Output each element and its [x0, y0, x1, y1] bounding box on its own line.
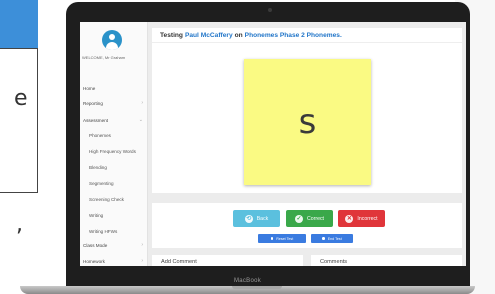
sidebar-item-home[interactable]: Home: [83, 82, 143, 94]
avatar[interactable]: [102, 30, 122, 50]
end-test-button[interactable]: End Test: [311, 234, 353, 243]
sidebar-item-screening-check[interactable]: Screening Check: [89, 193, 143, 205]
close-icon: ✕: [345, 214, 354, 223]
add-comment-panel: Add Comment: [152, 255, 303, 266]
comments-panel: Comments: [311, 255, 462, 266]
title-prefix: Testing: [160, 31, 183, 39]
sidebar: WELCOME, Mr Graham Home Reporting › Asse…: [80, 22, 148, 266]
sidebar-item-label: Home: [83, 85, 96, 91]
sidebar-item-writing[interactable]: Writing: [89, 209, 143, 221]
sidebar-item-segmenting[interactable]: Segmenting: [89, 177, 143, 189]
sidebar-item-blending[interactable]: Blending: [89, 161, 143, 173]
chevron-down-icon: ⌄: [138, 117, 143, 123]
chevron-right-icon: ›: [141, 100, 143, 106]
correct-button[interactable]: ✓ Correct: [286, 210, 333, 227]
sidebar-item-label: High Frequency Words: [89, 148, 136, 154]
sidebar-item-assessment[interactable]: Assessment ⌄: [83, 114, 143, 126]
end-label: End Test: [327, 236, 342, 241]
background-text-box: [0, 48, 38, 193]
chevron-right-icon: ›: [141, 242, 143, 248]
reset-icon: [270, 237, 274, 240]
sidebar-item-label: Segmenting: [89, 180, 114, 186]
sidebar-item-label: Writing: [89, 212, 104, 218]
page-title: Testing Paul McCaffery on Phonemes Phase…: [152, 28, 462, 42]
phoneme-card-panel: s: [152, 42, 462, 193]
sidebar-item-writing-hfws[interactable]: Writing HFWs: [89, 225, 143, 237]
sidebar-item-label: Screening Check: [89, 196, 124, 202]
sidebar-item-label: Reporting: [83, 100, 103, 106]
sidebar-item-high-frequency-words[interactable]: High Frequency Words: [89, 145, 143, 157]
sidebar-item-label: Blending: [89, 164, 107, 170]
back-icon: ⟲: [244, 214, 253, 223]
sidebar-item-reporting[interactable]: Reporting ›: [83, 97, 143, 109]
sidebar-item-homework[interactable]: Homework ›: [83, 255, 143, 266]
laptop-brand: MacBook: [233, 278, 262, 284]
comments-heading: Comments: [320, 259, 348, 265]
add-comment-heading: Add Comment: [161, 259, 197, 265]
chevron-right-icon: ›: [141, 258, 143, 264]
correct-label: Correct: [306, 215, 324, 222]
actions-panel: ⟲ Back ✓ Correct ✕ Incorrect Reset Test …: [152, 203, 462, 248]
background-comma: ,: [16, 212, 23, 237]
reset-label: Reset Test: [276, 236, 294, 241]
student-name-link[interactable]: Paul McCaffery: [185, 32, 233, 39]
sidebar-item-label: Assessment: [83, 117, 109, 123]
sidebar-item-label: Phonemes: [89, 132, 111, 138]
screen: WELCOME, Mr Graham Home Reporting › Asse…: [80, 22, 466, 266]
back-button[interactable]: ⟲ Back: [233, 210, 280, 227]
check-icon: ✓: [294, 214, 303, 223]
stop-icon: [322, 237, 325, 240]
incorrect-button[interactable]: ✕ Incorrect: [338, 210, 385, 227]
test-name-link[interactable]: Phonemes Phase 2 Phonemes.: [245, 32, 342, 39]
sidebar-item-phonemes[interactable]: Phonemes: [89, 129, 143, 141]
sidebar-item-label: Homework: [83, 258, 105, 264]
main-content: Testing Paul McCaffery on Phonemes Phase…: [152, 22, 466, 266]
sidebar-item-class-mode[interactable]: Class Mode ›: [83, 239, 143, 251]
camera-icon: [268, 8, 272, 12]
sidebar-item-label: Writing HFWs: [89, 228, 118, 234]
title-middle: on: [234, 31, 243, 39]
welcome-text: WELCOME, Mr Graham: [82, 55, 126, 60]
phoneme-card: s: [244, 59, 371, 185]
reset-test-button[interactable]: Reset Test: [258, 234, 306, 243]
sidebar-item-label: Class Mode: [83, 242, 108, 248]
background-letter: e: [14, 86, 28, 111]
laptop-notch: [232, 286, 282, 289]
back-label: Back: [256, 215, 269, 222]
incorrect-label: Incorrect: [357, 215, 378, 222]
